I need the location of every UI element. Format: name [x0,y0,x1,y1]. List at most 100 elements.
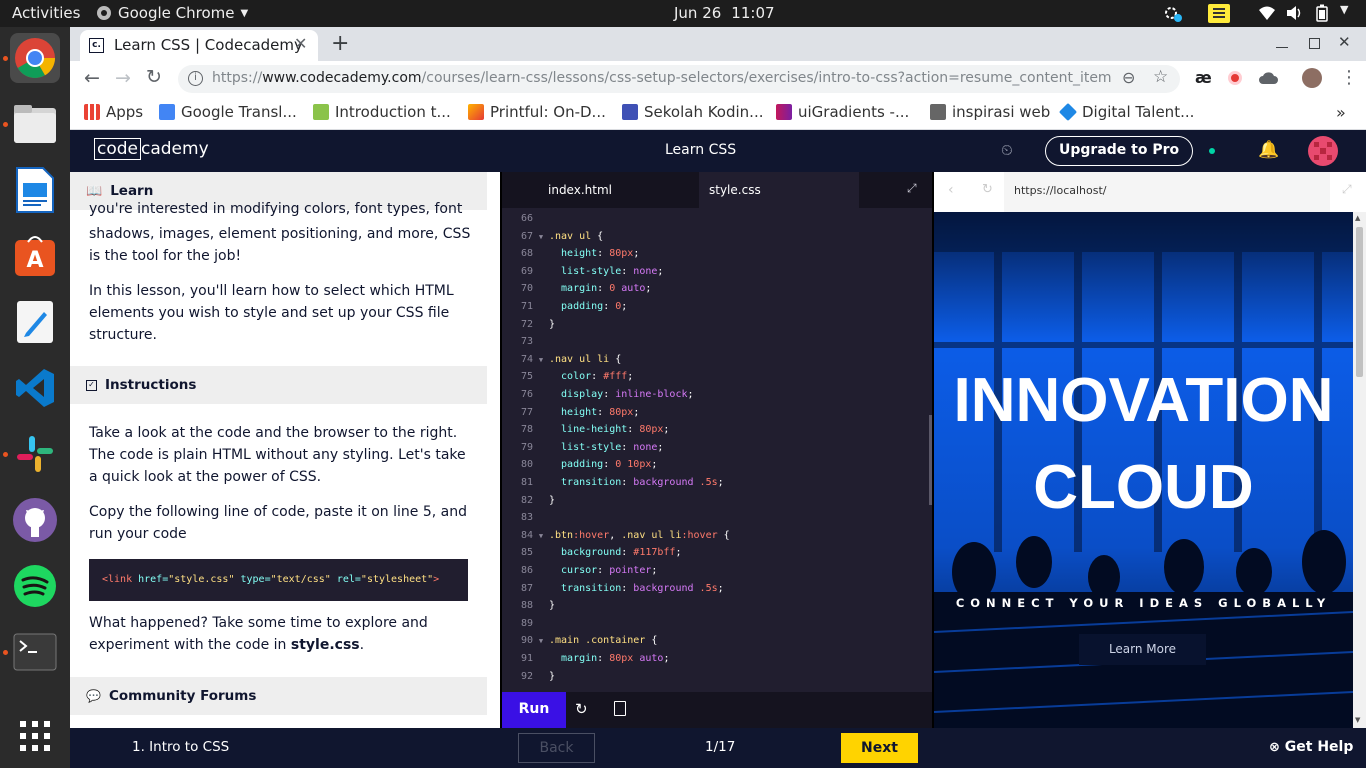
notification-bell-icon[interactable]: 🔔 [1258,140,1279,160]
site-info-icon[interactable]: i [188,71,203,86]
fold-arrow-icon[interactable]: ▼ [533,352,549,370]
volume-icon[interactable] [1286,5,1302,25]
preview-scroll-thumb[interactable] [1356,227,1363,377]
code-line[interactable]: 75 color: #fff; [502,368,633,386]
code-line[interactable]: 80 padding: 0 10px; [502,456,657,474]
code-line[interactable]: 84 ▼ .btn:hover, .nav ul li:hover { [502,527,730,545]
browser-tab[interactable]: c. Learn CSS | Codecademy ✕ [80,30,318,61]
dock-github[interactable] [10,495,60,545]
dock-text-editor[interactable] [10,297,60,347]
preview-scroll-up-icon[interactable]: ▲ [1355,214,1360,222]
get-help-button[interactable]: ⊗ Get Help [1269,739,1353,755]
code-line[interactable]: 71 padding: 0; [502,298,627,316]
dock-show-apps[interactable] [10,711,60,761]
code-line[interactable]: 68 height: 80px; [502,245,639,263]
fold-arrow-icon[interactable]: ▼ [533,229,549,247]
reload-icon[interactable]: ↻ [146,66,162,88]
back-arrow-icon[interactable]: ← [84,67,100,89]
dock-terminal[interactable] [10,627,60,677]
preview-back-icon[interactable]: ‹ [948,182,954,198]
maximize-icon[interactable] [1309,38,1320,49]
code-line[interactable]: 79 list-style: none; [502,439,663,457]
battery-icon[interactable] [1316,4,1328,26]
code-line[interactable]: 73 [502,333,549,351]
fold-arrow-icon[interactable]: ▼ [533,528,549,546]
clock[interactable]: Jun 26 11:07 [674,4,775,22]
preview-url[interactable]: https://localhost/ [1014,184,1107,197]
code-line[interactable]: 85 background: #117bff; [502,544,682,562]
extension-record-icon[interactable] [1228,71,1242,85]
code-line[interactable]: 82} [502,492,555,510]
bookmark-apps[interactable]: Apps [84,103,143,121]
next-button[interactable]: Next [841,733,918,763]
codecademy-logo[interactable]: code cademy [94,138,209,160]
instructions-section-header[interactable]: ✓ Instructions [70,366,487,404]
code-line[interactable]: 77 height: 80px; [502,404,639,422]
bookmark-sekolah-koding[interactable]: Sekolah Kodin... [622,103,763,121]
code-line[interactable]: 72} [502,316,555,334]
timer-icon[interactable]: ⏲ [1001,141,1013,159]
code-line[interactable]: 81 transition: background .5s; [502,474,724,492]
preview-expand-icon[interactable]: ⤢ [1342,182,1352,197]
dock-files[interactable] [10,99,60,149]
code-line[interactable]: 90 ▼ .main .container { [502,632,657,650]
code-line[interactable]: 83 [502,509,549,527]
code-line[interactable]: 76 display: inline-block; [502,386,694,404]
wifi-icon[interactable] [1258,5,1276,25]
forward-arrow-icon[interactable]: → [115,67,131,89]
code-line[interactable]: 89 [502,615,549,633]
preview-scrollbar[interactable]: ▲ ▼ [1353,212,1366,728]
code-line[interactable]: 92} [502,668,555,686]
bookmark-printful[interactable]: Printful: On-D... [468,103,606,121]
code-line[interactable]: 91 margin: 80px auto; [502,650,670,668]
run-button[interactable]: Run [502,692,566,728]
expand-editor-icon[interactable]: ⤢ [907,181,917,196]
reset-icon[interactable]: ↻ [575,700,588,718]
system-menu-caret-icon[interactable]: ▼ [1340,3,1348,16]
dock-software[interactable]: A [10,231,60,281]
fold-arrow-icon[interactable]: ▼ [533,633,549,651]
bookmark-digital-talent[interactable]: Digital Talent... [1058,102,1194,122]
close-window-icon[interactable]: ✕ [1338,33,1351,51]
dock-spotify[interactable] [10,561,60,611]
notes-indicator-icon[interactable] [1208,4,1230,23]
code-snippet[interactable]: <link href="style.css" type="text/css" r… [89,559,468,601]
close-tab-icon[interactable]: ✕ [294,34,307,53]
code-line[interactable]: 66 [502,210,549,228]
extension-ae-icon[interactable]: æ [1195,68,1212,87]
code-line[interactable]: 74 ▼ .nav ul li { [502,351,621,369]
more-bookmarks-icon[interactable]: » [1336,103,1346,122]
tab-index-html[interactable]: index.html [502,172,699,208]
dock-writer[interactable] [10,165,60,215]
address-bar[interactable]: i https://www.codecademy.com/courses/lea… [178,65,1180,93]
bookmark-star-icon[interactable]: ☆ [1153,67,1168,87]
weather-indicator-icon[interactable] [1163,5,1183,27]
dock-slack[interactable] [10,429,60,479]
code-line[interactable]: 78 line-height: 80px; [502,421,670,439]
code-line[interactable]: 88} [502,597,555,615]
code-line[interactable]: 67 ▼ .nav ul { [502,228,603,246]
back-button[interactable]: Back [518,733,595,763]
profile-avatar[interactable] [1302,68,1322,88]
learn-more-button[interactable]: Learn More [1079,634,1206,665]
code-line[interactable]: 87 transition: background .5s; [502,580,724,598]
code-area[interactable]: 66 67 ▼ .nav ul {68 height: 80px; 69 list-st… [502,210,932,692]
exercise-menu[interactable]: 1. Intro to CSS [132,739,229,755]
code-line[interactable]: 70 margin: 0 auto; [502,280,651,298]
preview-scroll-down-icon[interactable]: ▼ [1355,716,1360,724]
new-tab-icon[interactable]: + [331,31,349,56]
zoom-icon[interactable]: ⊖ [1122,68,1135,87]
tab-style-css[interactable]: style.css [699,172,859,208]
community-forums-header[interactable]: 💬 Community Forums [70,677,487,715]
dock-chrome[interactable] [10,33,60,83]
code-line[interactable]: 86 cursor: pointer; [502,562,657,580]
chrome-menu-icon[interactable]: ⋮ [1340,67,1358,88]
user-avatar[interactable] [1308,136,1338,166]
copy-clipboard-icon[interactable] [614,701,626,716]
app-menu[interactable]: Google Chrome ▼ [96,4,248,22]
dock-vscode[interactable] [10,363,60,413]
bookmark-inspirasi-web[interactable]: inspirasi web [930,103,1050,121]
minimize-icon[interactable] [1276,47,1288,48]
upgrade-button[interactable]: Upgrade to Pro [1045,136,1194,166]
activities-button[interactable]: Activities [12,4,80,22]
